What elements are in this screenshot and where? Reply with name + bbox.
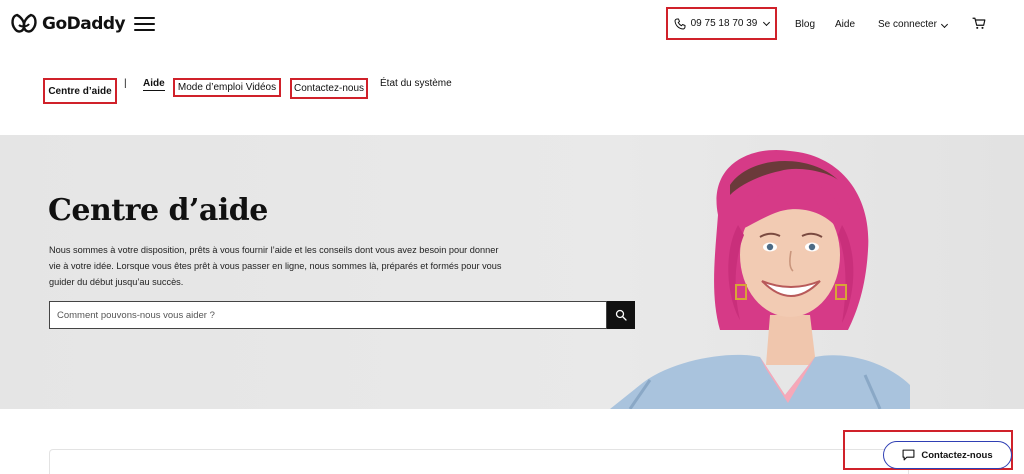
top-header: GoDaddy 09 75 18 70 39 Blog Aide Se conn…: [0, 0, 1024, 50]
chevron-down-icon: [940, 20, 948, 29]
hero-banner: Centre d’aide Nous sommes à votre dispos…: [0, 135, 1024, 409]
subnav-system-status[interactable]: État du système: [380, 78, 452, 89]
search-input[interactable]: [49, 301, 607, 329]
support-agent-photo: [610, 149, 910, 409]
menu-hamburger-icon[interactable]: [134, 17, 155, 31]
sign-in-label: Se connecter: [878, 19, 937, 30]
cart-icon[interactable]: [972, 17, 986, 30]
brand-name: GoDaddy: [42, 14, 126, 34]
phone-icon: [674, 18, 686, 29]
page-title: Centre d’aide: [48, 193, 268, 228]
chat-bubble-icon: [902, 449, 915, 461]
chevron-down-icon: [763, 18, 771, 26]
subnav-contact[interactable]: Contactez-nous: [290, 78, 368, 99]
contact-chat-button[interactable]: Contactez-nous: [883, 441, 1012, 469]
subnav-centre-aide[interactable]: Centre d’aide: [43, 78, 117, 104]
nav-aide-link[interactable]: Aide: [835, 19, 855, 30]
chat-label: Contactez-nous: [921, 449, 993, 461]
phone-number: 09 75 18 70 39: [690, 18, 758, 29]
phone-dropdown[interactable]: 09 75 18 70 39: [666, 7, 777, 40]
subnav-aide[interactable]: Aide: [143, 78, 165, 91]
content-card: [49, 449, 909, 474]
nav-blog-link[interactable]: Blog: [795, 19, 815, 30]
help-subnav: Centre d’aide | Aide Mode d’emploi Vidéo…: [0, 68, 1024, 104]
hero-description: Nous sommes à votre disposition, prêts à…: [49, 245, 502, 287]
brand-logo[interactable]: GoDaddy: [10, 12, 126, 36]
subnav-separator: |: [124, 78, 127, 89]
help-search: [49, 301, 635, 329]
subnav-videos[interactable]: Mode d’emploi Vidéos: [173, 78, 281, 97]
godaddy-logo-icon: [11, 13, 37, 33]
sign-in-dropdown[interactable]: Se connecter: [878, 19, 948, 30]
